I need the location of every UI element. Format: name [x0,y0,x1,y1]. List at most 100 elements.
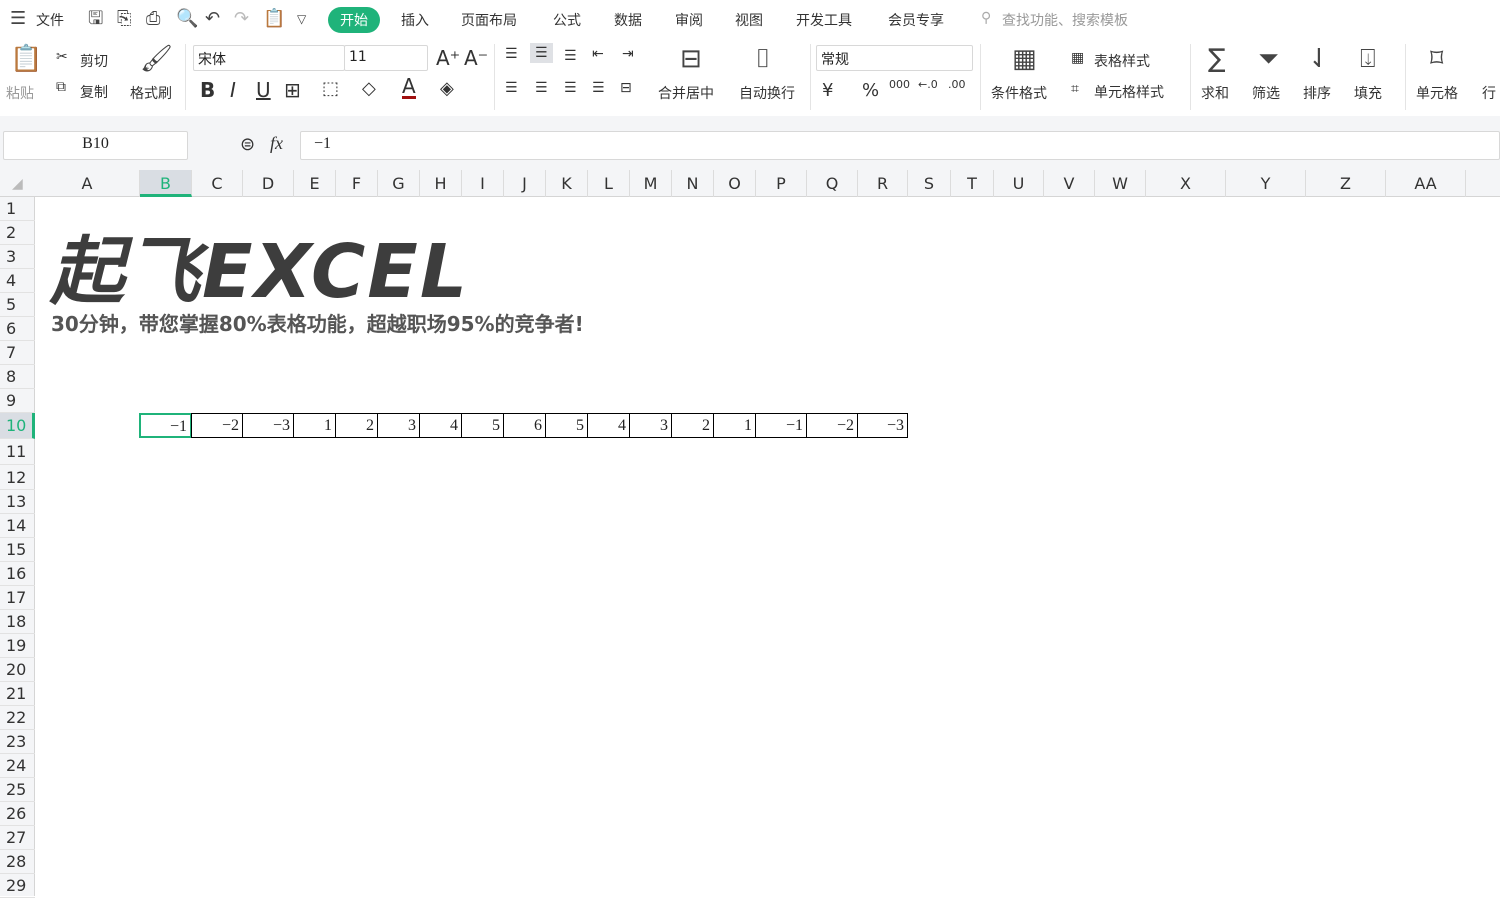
row-header-20[interactable]: 20 [0,658,35,682]
row-header-24[interactable]: 24 [0,754,35,778]
column-header-C[interactable]: C [192,170,243,197]
cell-J10[interactable]: 6 [503,413,546,438]
tab-review[interactable]: 审阅 [675,10,703,30]
align-left-icon[interactable]: ☰ [505,80,518,96]
row-header-4[interactable]: 4 [0,269,35,293]
save-icon[interactable]: 🖫 [88,9,103,29]
font-grow-icon[interactable]: A⁺ [436,46,460,70]
table-style-button[interactable]: 表格样式 [1094,51,1150,71]
row-header-3[interactable]: 3 [0,245,35,269]
zoom-formula-icon[interactable]: ⊜ [240,134,255,155]
cell-N10[interactable]: 2 [671,413,714,438]
cell-C10[interactable]: −2 [191,413,243,438]
column-header-W[interactable]: W [1095,170,1146,197]
tab-developer[interactable]: 开发工具 [796,10,852,30]
column-header-J[interactable]: J [504,170,546,197]
cell-B10[interactable]: −1 [139,413,192,438]
export-icon[interactable]: ⎘ [117,9,131,29]
cell-P10[interactable]: −1 [755,413,807,438]
clipboard-icon[interactable]: 📋 [263,9,285,29]
percent-button[interactable]: % [862,80,879,101]
row-header-22[interactable]: 22 [0,706,35,730]
column-header-O[interactable]: O [714,170,756,197]
tab-formula[interactable]: 公式 [553,10,581,30]
row-header-23[interactable]: 23 [0,730,35,754]
column-header-K[interactable]: K [546,170,588,197]
column-header-D[interactable]: D [243,170,294,197]
row-header-14[interactable]: 14 [0,514,35,538]
font-select[interactable]: 宋体 [193,45,345,71]
name-box[interactable]: B10 [3,131,188,160]
row-header-26[interactable]: 26 [0,802,35,826]
eraser-icon[interactable]: ◈ [440,78,454,99]
cell-G10[interactable]: 3 [377,413,420,438]
justify-icon[interactable]: ☰ [592,80,605,96]
font-size-select[interactable]: 11 [344,45,428,71]
column-header-I[interactable]: I [462,170,504,197]
wrap-button[interactable]: 自动换行 [739,83,795,103]
undo-icon[interactable]: ↶ [205,9,220,29]
hamburger-icon[interactable]: ☰ [10,9,26,29]
print-icon[interactable]: ⎙ [146,9,160,29]
tab-member[interactable]: 会员专享 [888,10,944,30]
column-header-T[interactable]: T [951,170,994,197]
font-color-icon[interactable]: A [402,76,416,99]
tab-data[interactable]: 数据 [614,10,642,30]
tab-insert[interactable]: 插入 [401,10,429,30]
cell-K10[interactable]: 5 [545,413,588,438]
column-header-Z[interactable]: Z [1306,170,1386,197]
indent-increase-icon[interactable]: ⇥ [622,46,634,62]
column-header-P[interactable]: P [756,170,807,197]
paste-icon[interactable]: 📋 [10,44,42,74]
currency-button[interactable]: ¥ [822,80,833,101]
sum-button[interactable]: 求和 [1201,83,1229,103]
column-header-N[interactable]: N [672,170,714,197]
row-header-12[interactable]: 12 [0,465,35,490]
search-input[interactable]: 查找功能、搜索模板 [1002,10,1128,30]
align-center-icon[interactable]: ☰ [535,80,548,96]
row-header-7[interactable]: 7 [0,341,35,365]
column-header-M[interactable]: M [630,170,672,197]
preview-icon[interactable]: 🔍 [176,9,198,29]
column-header-B[interactable]: B [140,170,192,197]
cell-D10[interactable]: −3 [242,413,294,438]
cell-O10[interactable]: 1 [713,413,756,438]
decrease-decimal-icon[interactable]: .00 [948,78,966,91]
formula-input[interactable]: −1 [300,131,1500,160]
align-bottom-icon[interactable]: ☰ [564,48,577,64]
italic-button[interactable]: I [230,78,236,102]
fx-icon[interactable]: fx [270,133,283,154]
select-all-icon[interactable]: ◢ [12,176,23,192]
row-header-11[interactable]: 11 [0,439,35,465]
column-header-U[interactable]: U [994,170,1044,197]
sort-button[interactable]: 排序 [1303,83,1331,103]
column-header-Q[interactable]: Q [807,170,858,197]
fill-color-icon[interactable]: ◇ [362,78,376,99]
column-header-L[interactable]: L [588,170,630,197]
row-header-27[interactable]: 27 [0,826,35,850]
indent-decrease-icon[interactable]: ⇤ [592,46,604,62]
row-header-10[interactable]: 10 [0,413,35,439]
copy-button[interactable]: 复制 [80,82,108,102]
fill-button[interactable]: 填充 [1354,83,1382,103]
align-top-icon[interactable]: ☰ [505,46,518,62]
bold-button[interactable]: B [200,78,215,102]
distribute-icon[interactable]: ⊟ [620,80,632,96]
redo-icon[interactable]: ↷ [234,9,249,29]
increase-decimal-icon[interactable]: ←.0 [918,78,938,91]
format-painter-button[interactable]: 格式刷 [130,83,172,103]
column-header-A[interactable]: A [35,170,140,197]
cell-style-button[interactable]: 单元格样式 [1094,82,1164,102]
column-header-H[interactable]: H [420,170,462,197]
cell-L10[interactable]: 4 [587,413,630,438]
cell-R10[interactable]: −3 [857,413,908,438]
column-header-G[interactable]: G [378,170,420,197]
row-header-17[interactable]: 17 [0,586,35,610]
column-header-V[interactable]: V [1044,170,1095,197]
row-header-15[interactable]: 15 [0,538,35,562]
row-header-28[interactable]: 28 [0,850,35,874]
row-header-16[interactable]: 16 [0,562,35,586]
column-header-X[interactable]: X [1146,170,1226,197]
row-header-1[interactable]: 1 [0,197,35,221]
tab-view[interactable]: 视图 [735,10,763,30]
